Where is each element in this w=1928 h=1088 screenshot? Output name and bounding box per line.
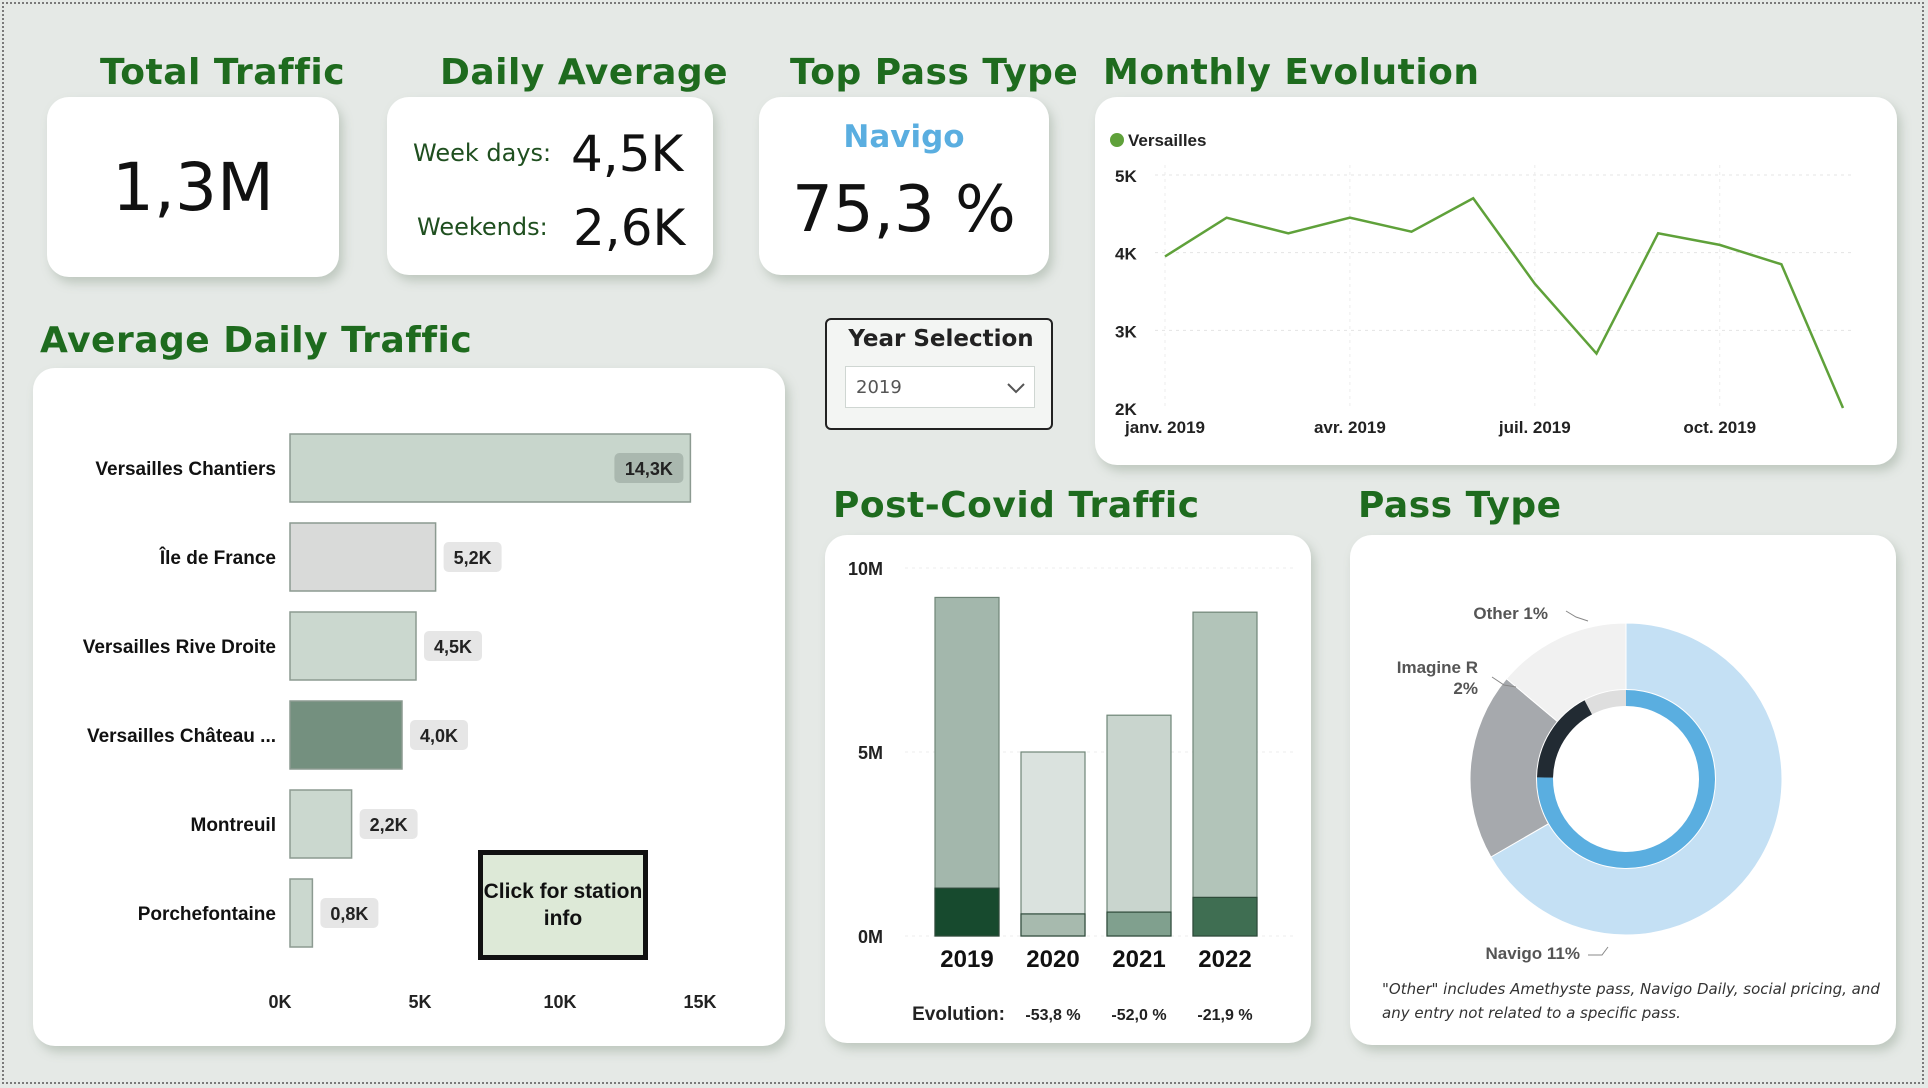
weekends-label: Weekends: [417,213,548,241]
bar-2[interactable] [289,611,417,681]
bar-category-label: Porchefontaine [138,904,276,925]
daily-average-card: Week days: 4,5K Weekends: 2,6K [387,97,713,275]
total-traffic-value: 1,3M [112,149,274,226]
y-tick-label: 10M [848,559,883,579]
year-dropdown-value: 2019 [856,377,902,398]
weekdays-value: 4,5K [571,125,684,183]
bar-category-label: Versailles Château ... [87,726,276,747]
bar-data-label: 4,5K [434,637,472,657]
legend-marker [1110,133,1124,147]
bar-inner-2019[interactable] [934,887,1000,937]
x-category-label: 2022 [1198,946,1251,973]
monthly-evolution-chart: Versailles 5K 4K 3K 2Kjanv. 2019 avr. 2019 ju… [1110,131,1853,437]
post-covid-card: 10M 5M 0M 2019 2020 2021 2022 Evolution: -53,8 %… [825,535,1311,1043]
bar-category-label: Montreuil [191,815,277,836]
top-pass-name: Navigo [843,119,965,155]
x-tick-label: 0K [268,992,291,1012]
slice-label-imagine-r: Imagine R [1397,658,1478,677]
y-tick-label: 4K [1115,245,1137,264]
pass-type-footnote: "Other" includes Amethyste pass, Navigo … [1382,980,1880,1022]
slice-label-other: Other 1% [1473,604,1548,623]
pass-type-donut: Other 1% Imagine R 2% Navigo 11% [1397,604,1783,963]
bar-data-label: 4,0K [420,726,458,746]
bar-4[interactable] [289,789,353,859]
bar-total-2020[interactable] [1020,751,1086,937]
pass-type-title: Pass Type [1358,485,1562,526]
x-tick-label: juil. 2019 [1498,418,1571,437]
y-tick-label: 5K [1115,167,1137,186]
year-dropdown[interactable]: 2019 [845,366,1035,408]
bar-data-label: 0,8K [330,904,368,924]
bar-inner-2021[interactable] [1106,911,1172,937]
evolution-value: -21,9 % [1197,1007,1252,1024]
y-tick-label: 0M [858,927,883,947]
total-traffic-title: Total Traffic [100,52,346,93]
y-tick-label: 3K [1115,322,1137,341]
x-category-label: 2021 [1112,946,1165,973]
post-covid-title: Post-Covid Traffic [833,485,1200,526]
x-tick-label: 15K [683,992,716,1012]
evolution-value: -53,8 % [1025,1007,1080,1024]
slice-label-imagine-r-pct: 2% [1453,679,1478,698]
x-tick-label: janv. 2019 [1124,418,1205,437]
y-tick-label: 2K [1115,400,1137,419]
monthly-evolution-title: Monthly Evolution [1103,52,1480,93]
weekends-value: 2,6K [573,199,686,257]
bar-data-label: 2,2K [370,815,408,835]
x-tick-label: 10K [543,992,576,1012]
bar-data-label: 14,3K [625,459,673,479]
monthly-evolution-card: Versailles 5K 4K 3K 2K janv. 2019 avr. 2019 ju… [1095,97,1897,465]
evolution-value: -52,0 % [1111,1007,1166,1024]
bar-5[interactable] [289,878,314,948]
x-category-label: 2019 [940,946,993,973]
avg-daily-traffic-chart: Versailles Chantiers 14,3K Île de France 5,… [83,433,717,1012]
top-pass-card: Navigo 75,3 % [759,97,1049,275]
post-covid-chart: 10M 5M 0M 2019 2020 2021 2022 Evolution: -53,8 %… [848,559,1295,1025]
leader-line [1588,946,1609,956]
top-pass-value: 75,3 % [792,173,1016,247]
chevron-down-icon[interactable] [1006,379,1026,397]
avg-daily-traffic-title: Average Daily Traffic [40,320,473,361]
pass-type-card: Other 1% Imagine R 2% Navigo 11% "Other" in… [1350,535,1896,1045]
bar-inner-2022[interactable] [1192,896,1258,937]
bar-total-2022[interactable] [1192,611,1258,937]
y-tick-label: 5M [858,743,883,763]
x-tick-label: oct. 2019 [1683,418,1756,437]
bar-category-label: Île de France [159,547,276,569]
weekdays-label: Week days: [413,139,552,167]
bar-1[interactable] [289,522,437,592]
line-series-versailles [1164,196,1845,409]
evolution-label: Evolution: [912,1004,1005,1025]
top-pass-type-title: Top Pass Type [790,52,1079,93]
x-category-label: 2020 [1026,946,1079,973]
donut-hole-outer [1536,689,1716,869]
bar-total-2019[interactable] [934,596,1000,937]
bar-total-2021[interactable] [1106,714,1172,937]
bar-category-label: Versailles Rive Droite [83,637,276,658]
avg-daily-traffic-card: Versailles Chantiers 14,3K Île de France 5,… [33,368,785,1046]
slice-label-navigo: Navigo 11% [1486,944,1581,963]
year-selection-slicer: Year Selection 2019 [825,318,1053,430]
daily-average-title: Daily Average [440,52,729,93]
leader-line [1565,610,1589,622]
x-tick-label: 5K [408,992,431,1012]
bar-3[interactable] [289,700,403,770]
bar-data-label: 5,2K [454,548,492,568]
total-traffic-card: 1,3M [47,97,339,277]
legend-versailles: Versailles [1128,131,1206,150]
x-tick-label: avr. 2019 [1314,418,1386,437]
year-selection-title: Year Selection [848,326,1034,352]
station-info-button[interactable]: Click for station info [478,850,648,960]
bar-inner-2020[interactable] [1020,913,1086,937]
bar-category-label: Versailles Chantiers [95,459,276,480]
